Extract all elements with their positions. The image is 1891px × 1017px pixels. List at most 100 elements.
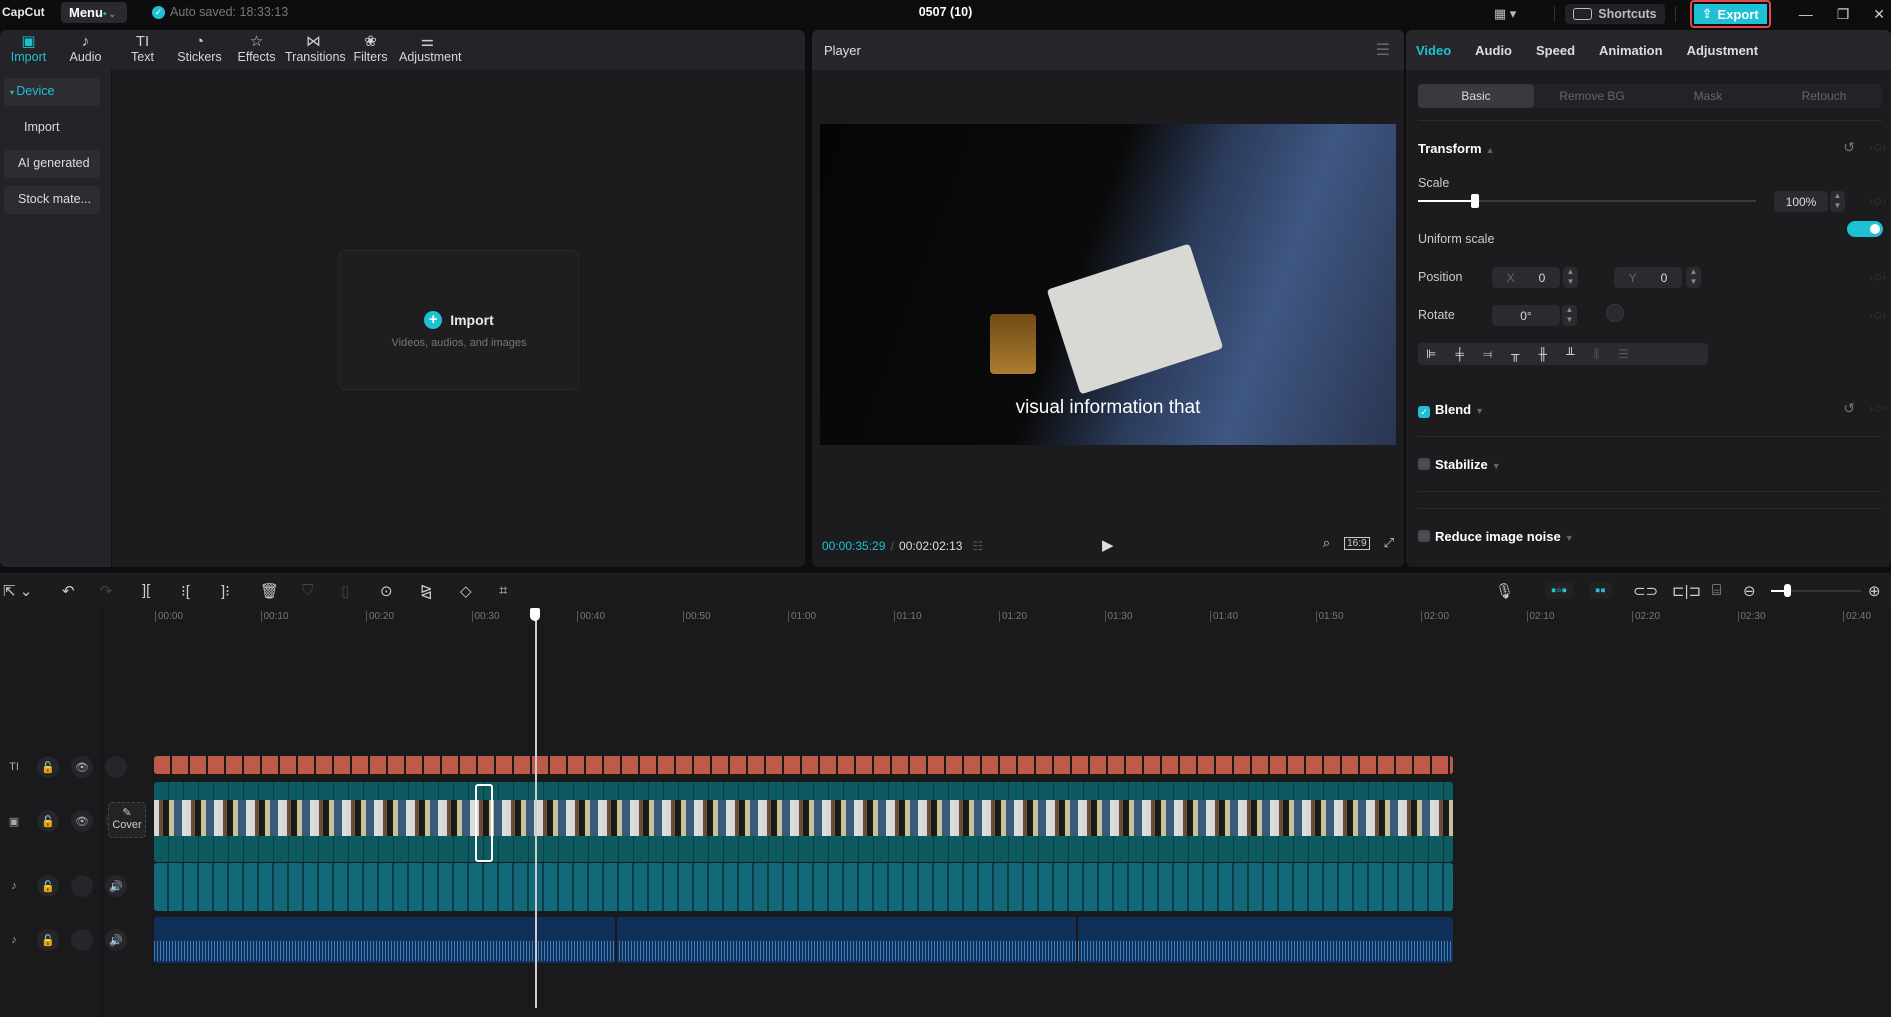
tab-audio[interactable]: Audio	[1475, 43, 1512, 70]
menu-icon[interactable]: ☰	[1376, 40, 1390, 60]
tab-speed[interactable]: Speed	[1536, 43, 1575, 70]
lock-icon[interactable]: 🔓	[37, 756, 59, 778]
tool-import[interactable]: ▣ Import	[0, 30, 57, 70]
distribute-v-icon[interactable]: ☰	[1618, 347, 1629, 361]
keyframe-icon[interactable]: ‹◇›	[1870, 310, 1887, 321]
noise-section-header[interactable]: Reduce image noise ▼	[1418, 529, 1574, 544]
cover-button[interactable]: ✎ Cover	[108, 802, 146, 838]
tab-animation[interactable]: Animation	[1599, 43, 1663, 70]
preview-axis-icon[interactable]: ⌸	[1712, 582, 1721, 599]
align-middle-v-icon[interactable]: ╫	[1539, 347, 1548, 361]
delete-icon[interactable]: 🗑	[260, 582, 279, 600]
crop-icon[interactable]: ⌗	[499, 582, 507, 599]
tool-stickers[interactable]: ◔ Stickers	[171, 30, 228, 70]
subtab-retouch[interactable]: Retouch	[1766, 84, 1882, 108]
keyframe-icon[interactable]: ‹◇›	[1870, 196, 1887, 207]
align-right-icon[interactable]: ⫤	[1483, 347, 1492, 362]
restore-icon[interactable]: ❐	[1837, 6, 1850, 23]
uniform-scale-toggle[interactable]	[1847, 221, 1883, 237]
shortcuts-button[interactable]: Shortcuts	[1565, 4, 1665, 24]
lock-icon[interactable]: 🔓	[37, 875, 59, 897]
layout-icon[interactable]: ▦ ▾	[1494, 6, 1516, 22]
aspect-ratio-button[interactable]: 16:9	[1344, 536, 1370, 550]
timeline[interactable]: 00:00 00:10 00:20 00:30 00:40 00:50 01:00 01:10…	[0, 608, 1891, 1017]
lock-icon[interactable]: 🔓	[37, 810, 59, 832]
play-button[interactable]: ▶	[1102, 536, 1114, 554]
auto-snap-icon[interactable]: ▪▪	[1589, 582, 1612, 599]
volume-icon[interactable]: 🔊	[105, 875, 127, 897]
speed-icon[interactable]: ⊙	[380, 582, 393, 600]
volume-icon[interactable]: 🔊	[105, 929, 127, 951]
sidebar-item-stock-material[interactable]: Stock mate...	[4, 186, 100, 214]
playhead-handle[interactable]	[530, 608, 540, 621]
align-bottom-icon[interactable]: ╨	[1566, 347, 1575, 361]
distribute-h-icon[interactable]: ⫼	[1594, 347, 1600, 362]
scale-slider[interactable]	[1418, 194, 1756, 208]
reduce-noise-checkbox[interactable]	[1418, 530, 1430, 542]
split-track-icon[interactable]: ⊏|⊐	[1672, 582, 1701, 600]
scale-stepper[interactable]: ▲ ▼	[1830, 191, 1845, 212]
playhead[interactable]	[535, 608, 537, 1008]
close-icon[interactable]: ✕	[1873, 6, 1885, 23]
reset-icon[interactable]: ↺	[1843, 400, 1855, 417]
blend-section-header[interactable]: ✓ Blend ▼	[1418, 402, 1484, 418]
menu-button[interactable]: Menu• ⌄	[61, 2, 127, 23]
tool-transitions[interactable]: ⋈ Transitions	[285, 30, 346, 70]
position-y-input[interactable]: Y0	[1614, 267, 1682, 288]
align-top-icon[interactable]: ╥	[1511, 347, 1520, 361]
import-dropzone[interactable]: + Import Videos, audios, and images	[339, 250, 579, 390]
stabilize-checkbox[interactable]	[1418, 458, 1430, 470]
sidebar-item-ai-generated[interactable]: AI generated	[4, 150, 100, 178]
redo-icon[interactable]: ↷	[100, 582, 113, 600]
keyframe-icon[interactable]: ‹◇›	[1870, 403, 1887, 414]
align-center-h-icon[interactable]: ╪	[1455, 347, 1464, 361]
position-y-stepper[interactable]: ▲ ▼	[1686, 267, 1701, 288]
split-right-icon[interactable]: ]⁝	[221, 582, 230, 600]
tool-adjustment[interactable]: ⚌ Adjustment	[399, 30, 462, 70]
tool-effects[interactable]: ☆ Effects	[228, 30, 285, 70]
position-x-stepper[interactable]: ▲ ▼	[1563, 267, 1578, 288]
undo-icon[interactable]: ↶	[62, 582, 75, 600]
scale-slider-thumb[interactable]	[1471, 194, 1480, 208]
video-track-clips[interactable]	[154, 782, 1453, 862]
sound-effect-track-clips[interactable]	[154, 863, 1453, 911]
rotate-input[interactable]: 0°	[1492, 305, 1560, 326]
transform-section-header[interactable]: Transform ▲	[1418, 141, 1495, 156]
eye-icon[interactable]: 👁	[71, 756, 93, 778]
tab-adjustment[interactable]: Adjustment	[1687, 43, 1759, 70]
video-preview[interactable]: visual information that	[820, 124, 1396, 445]
timeline-ruler[interactable]: 00:00 00:10 00:20 00:30 00:40 00:50 01:00 01:10…	[155, 608, 1891, 628]
tool-text[interactable]: TI Text	[114, 30, 171, 70]
stabilize-section-header[interactable]: Stabilize ▼	[1418, 457, 1501, 472]
zoom-in-icon[interactable]: ⊕	[1868, 582, 1881, 600]
microphone-icon[interactable]: 🎙	[1495, 582, 1514, 600]
audio-track-clip[interactable]	[154, 917, 1453, 963]
shield-icon[interactable]: ⛉	[302, 582, 313, 599]
rotate-stepper[interactable]: ▲ ▼	[1562, 305, 1577, 326]
blend-checkbox[interactable]: ✓	[1418, 406, 1430, 418]
mirror-icon[interactable]: ⧎	[420, 582, 433, 600]
lock-icon[interactable]: 🔓	[37, 929, 59, 951]
link-icon[interactable]: ⊂⊃	[1633, 582, 1658, 600]
fullscreen-icon[interactable]: ⤢	[1384, 535, 1394, 551]
scale-input[interactable]: 100%	[1774, 191, 1828, 212]
timecode-grid-icon[interactable]: ☷	[972, 539, 983, 553]
split-left-icon[interactable]: ⁝[	[181, 582, 190, 600]
zoom-out-icon[interactable]: ⊖	[1743, 582, 1756, 600]
zoom-fit-icon[interactable]: ⌕	[1323, 535, 1330, 551]
rotate-dial[interactable]	[1606, 304, 1624, 322]
rotate-icon[interactable]: ◇	[460, 582, 472, 600]
tool-audio[interactable]: ♪ Audio	[57, 30, 114, 70]
freeze-icon[interactable]: ▯	[341, 582, 349, 600]
tab-video[interactable]: Video	[1416, 43, 1451, 70]
select-tool-icon[interactable]: ⇱ ⌄	[3, 582, 32, 600]
text-track-clips[interactable]	[154, 756, 1453, 774]
minimize-icon[interactable]: —	[1799, 6, 1813, 23]
selected-clip[interactable]	[475, 784, 493, 862]
split-icon[interactable]: ][	[142, 582, 150, 599]
main-track-magnet-icon[interactable]: ▪◦▪	[1545, 582, 1573, 599]
sidebar-item-import[interactable]: Import	[4, 114, 100, 142]
subtab-basic[interactable]: Basic	[1418, 84, 1534, 108]
keyframe-icon[interactable]: ‹◇›	[1870, 142, 1887, 153]
eye-icon[interactable]: 👁	[71, 810, 93, 832]
